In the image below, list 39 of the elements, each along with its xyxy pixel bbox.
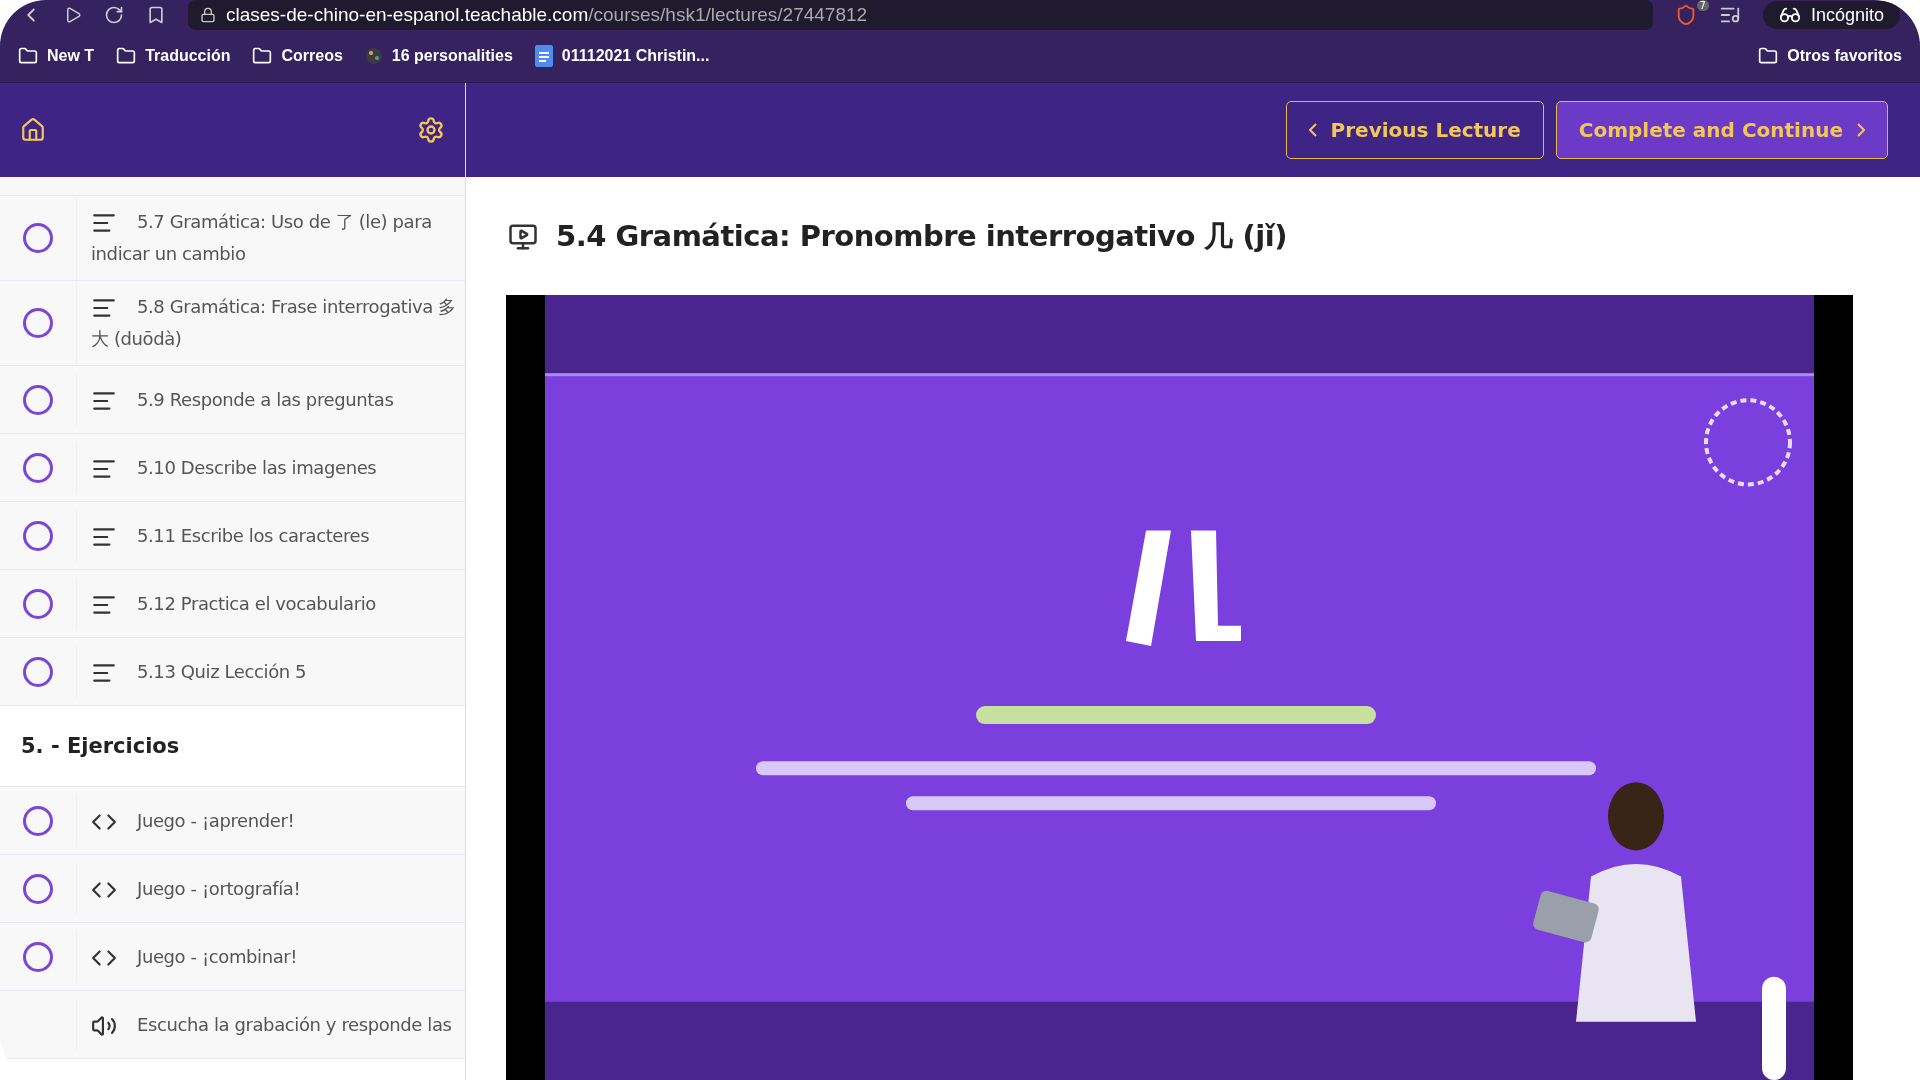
url-text: clases-de-chino-en-espanol.teachable.com/courses/hsk1/lectures/27447812 — [226, 4, 868, 26]
lecture-item[interactable]: 5.13 Quiz Lección 5 — [0, 638, 465, 706]
bookmark-link[interactable]: 16 personalities — [364, 47, 513, 65]
lecture-item[interactable]: Juego - ¡aprender! — [0, 787, 465, 855]
reload-icon[interactable] — [104, 5, 124, 25]
folder-icon — [1758, 46, 1779, 66]
lecture-title: 5.4 Gramática: Pronombre interrogativo 几 (jǐ) — [556, 218, 1287, 255]
lecture-item[interactable]: 5.10 Describe las imagenes — [0, 434, 465, 502]
bookmark-icon[interactable] — [146, 5, 166, 25]
previous-lecture-button[interactable]: Previous Lecture — [1285, 101, 1544, 159]
lecture-item[interactable]: Juego - ¡combinar! — [0, 923, 465, 991]
home-icon[interactable] — [20, 117, 46, 143]
folder-icon — [116, 46, 137, 66]
bookmark-link[interactable]: Correos — [252, 46, 343, 66]
folder-icon — [252, 46, 273, 66]
lecture-item[interactable]: 5.9 Responde a las preguntas — [0, 366, 465, 434]
video-icon — [508, 222, 538, 252]
chevron-right-icon — [1857, 123, 1865, 137]
document-icon — [534, 45, 553, 67]
bookmark-link[interactable]: New T — [18, 46, 95, 66]
folder-icon — [18, 46, 38, 66]
bookmark-link[interactable]: Otros favoritos — [1758, 46, 1902, 66]
settings-icon[interactable] — [417, 116, 445, 144]
lecture-item[interactable]: 5.12 Practica el vocabulario — [0, 570, 465, 638]
forward-icon[interactable] — [64, 6, 82, 24]
profile-button[interactable]: Incógnito — [1762, 1, 1900, 29]
bookmark-link[interactable]: Traducción — [116, 46, 231, 66]
lecture-item[interactable]: 5.11 Escribe los caracteres — [0, 502, 465, 570]
lecture-item[interactable]: Escucha la grabación y responde las — [0, 991, 465, 1059]
complete-continue-button[interactable]: Complete and Continue — [1555, 101, 1888, 159]
lecture-item[interactable]: 5.8 Gramática: Frase interrogativa 多大 (duōdà) — [0, 281, 465, 366]
address-bar[interactable]: clases-de-chino-en-espanol.teachable.com/courses/hsk1/lectures/27447812 — [188, 0, 1653, 30]
globe-icon — [364, 47, 383, 65]
bookmark-link[interactable]: 01112021 Christin... — [534, 45, 710, 67]
lecture-item[interactable]: Juego - ¡ortografía! — [0, 855, 465, 923]
lecture-item[interactable]: 5.7 Gramática: Uso de 了 (le) para indicar un cambio — [0, 196, 465, 281]
lock-icon — [200, 7, 216, 23]
shield-count: 7 — [1696, 0, 1709, 11]
chevron-left-icon — [1308, 123, 1317, 137]
